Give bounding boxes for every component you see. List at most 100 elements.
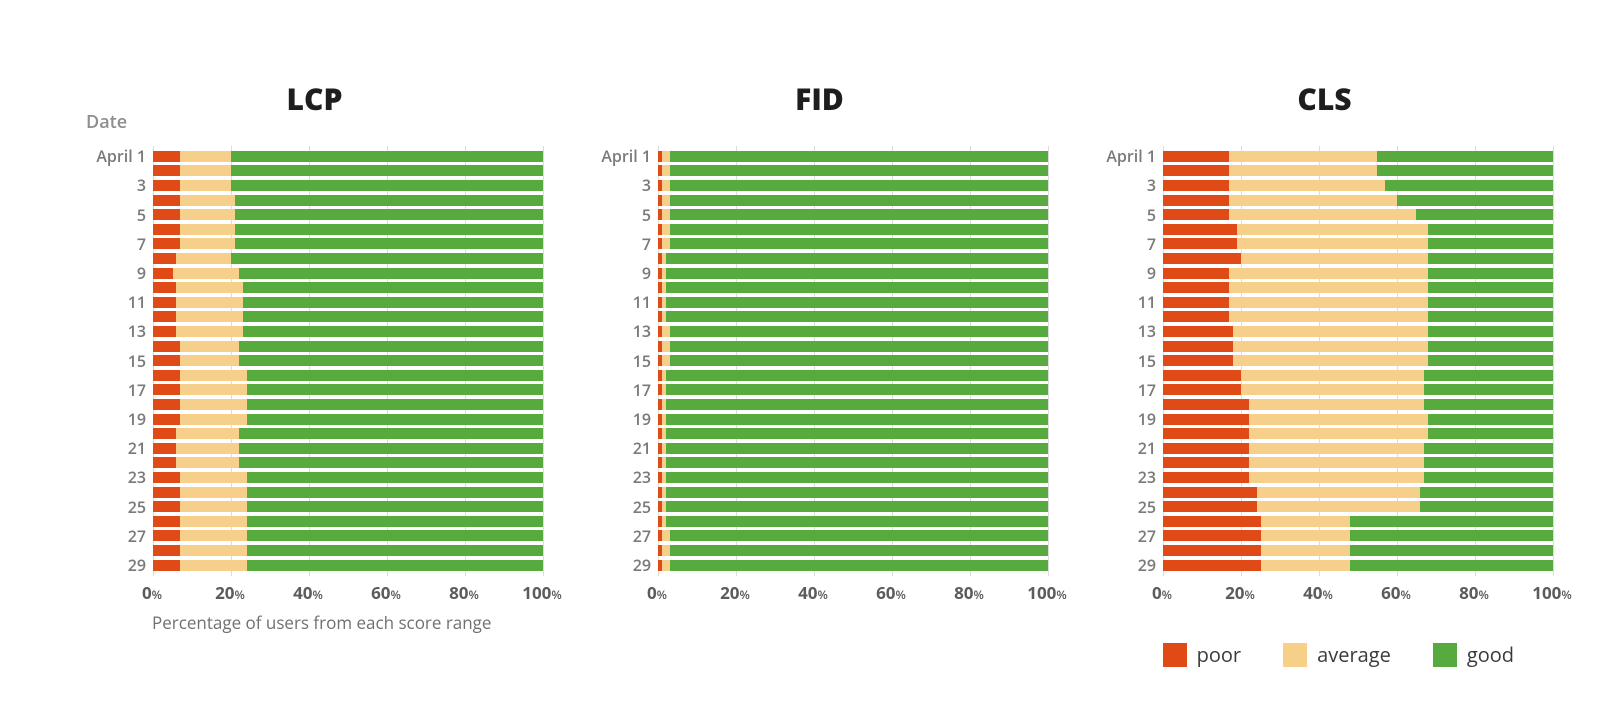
segment-good: [231, 180, 543, 191]
segment-good: [1424, 399, 1553, 410]
segment-average: [662, 560, 670, 571]
y-tick-label: 13: [128, 324, 146, 339]
segment-average: [176, 443, 238, 454]
x-tick-label: 0%: [1152, 581, 1172, 604]
segment-good: [1424, 370, 1553, 381]
segment-poor: [1163, 443, 1249, 454]
segment-good: [666, 414, 1048, 425]
segment-good: [1428, 282, 1553, 293]
bar-row: [153, 472, 543, 483]
segment-good: [235, 209, 543, 220]
segment-average: [180, 224, 235, 235]
segment-poor: [153, 560, 180, 571]
x-tick-label: 60%: [1381, 581, 1411, 604]
segment-good: [1428, 341, 1553, 352]
y-tick-label: 17: [633, 383, 651, 398]
plot-area-fid: [657, 149, 1048, 573]
segment-poor: [153, 282, 176, 293]
y-tick-label: 11: [1138, 295, 1156, 310]
segment-poor: [1163, 253, 1241, 264]
segment-good: [239, 443, 543, 454]
segment-average: [662, 195, 670, 206]
segment-good: [670, 238, 1048, 249]
panels-row: LCP April 1357911131517192123252729 0%20…: [86, 78, 1553, 634]
bar-row: [153, 224, 543, 235]
bar-row: [153, 501, 543, 512]
segment-poor: [153, 457, 176, 468]
segment-good: [1350, 560, 1553, 571]
segment-good: [666, 472, 1048, 483]
segment-average: [180, 209, 235, 220]
plot-area-cls: [1162, 149, 1553, 573]
bar-row: [658, 443, 1048, 454]
bar-row: [658, 472, 1048, 483]
segment-good: [1428, 355, 1553, 366]
segment-poor: [153, 472, 180, 483]
segment-poor: [153, 224, 180, 235]
bar-row: [658, 268, 1048, 279]
segment-good: [231, 253, 543, 264]
segment-good: [666, 268, 1048, 279]
segment-good: [239, 355, 543, 366]
segment-average: [180, 545, 246, 556]
y-tick-label: 5: [1147, 207, 1156, 222]
bar-row: [658, 165, 1048, 176]
legend-swatch-average: [1283, 643, 1307, 667]
segment-good: [1428, 428, 1553, 439]
y-tick-label: April 1: [601, 149, 651, 164]
segment-good: [247, 370, 543, 381]
segment-poor: [153, 384, 180, 395]
x-axis-label: Percentage of users from each score rang…: [152, 611, 491, 634]
x-tick-label: 100%: [522, 581, 562, 604]
y-tick-label: 27: [1138, 528, 1156, 543]
segment-poor: [1163, 151, 1229, 162]
y-tick-label: 3: [1147, 178, 1156, 193]
y-tick-label: 3: [137, 178, 146, 193]
segment-good: [666, 384, 1048, 395]
y-tick-label: 9: [1147, 266, 1156, 281]
segment-poor: [1163, 501, 1257, 512]
segment-poor: [1163, 209, 1229, 220]
segment-poor: [153, 311, 176, 322]
legend-swatch-poor: [1163, 643, 1187, 667]
legend-swatch-good: [1433, 643, 1457, 667]
y-tick-label: April 1: [96, 149, 146, 164]
segment-poor: [1163, 414, 1249, 425]
segment-average: [1229, 195, 1397, 206]
segment-poor: [1163, 545, 1261, 556]
bar-row: [1163, 268, 1553, 279]
bar-row: [153, 530, 543, 541]
x-tick-label: 80%: [449, 581, 479, 604]
legend-label-poor: poor: [1197, 641, 1241, 668]
y-tick-label: 11: [128, 295, 146, 310]
bar-row: [153, 297, 543, 308]
y-tick-label: 5: [137, 207, 146, 222]
y-tick-label: 5: [642, 207, 651, 222]
segment-average: [1261, 545, 1351, 556]
segment-poor: [153, 253, 176, 264]
segment-average: [176, 297, 242, 308]
segment-average: [180, 530, 246, 541]
segment-good: [243, 282, 543, 293]
bar-row: [153, 399, 543, 410]
bar-row: [1163, 209, 1553, 220]
segment-poor: [1163, 165, 1229, 176]
y-tick-label: 23: [633, 470, 651, 485]
segment-good: [670, 224, 1048, 235]
bar-row: [658, 238, 1048, 249]
bar-row: [1163, 443, 1553, 454]
bar-row: [658, 516, 1048, 527]
segment-average: [1233, 355, 1428, 366]
segment-good: [231, 165, 543, 176]
bar-row: [658, 297, 1048, 308]
bar-row: [658, 545, 1048, 556]
segment-good: [1428, 297, 1553, 308]
segment-good: [1416, 209, 1553, 220]
segment-average: [662, 238, 670, 249]
bar-row: [1163, 516, 1553, 527]
segment-average: [173, 268, 239, 279]
segment-poor: [153, 341, 180, 352]
segment-poor: [153, 209, 180, 220]
bar-row: [658, 224, 1048, 235]
bar-row: [1163, 545, 1553, 556]
